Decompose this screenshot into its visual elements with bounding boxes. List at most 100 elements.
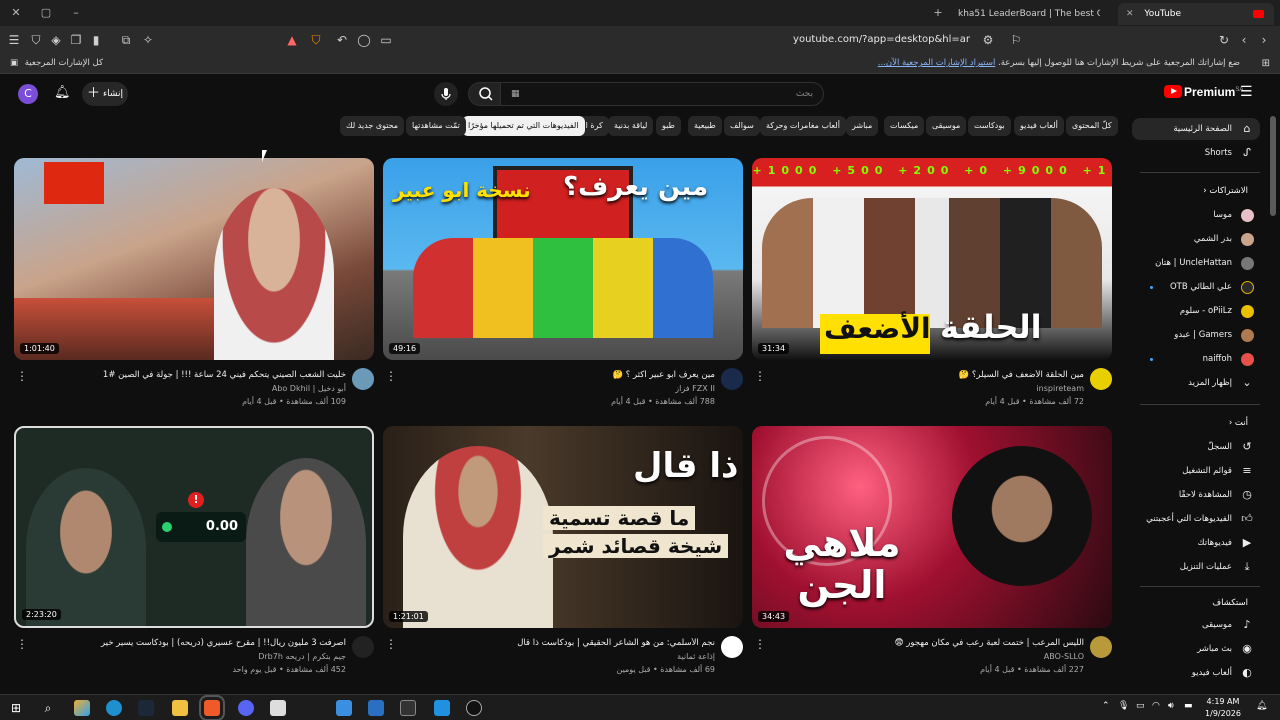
steam-icon[interactable] xyxy=(138,700,154,716)
channel-avatar[interactable] xyxy=(1090,368,1112,390)
channel-name[interactable]: FZX II فزاز xyxy=(395,384,715,393)
chip-music[interactable]: موسيقى xyxy=(926,116,967,136)
site-settings-icon[interactable]: ⚙ xyxy=(980,32,996,48)
channel-avatar[interactable] xyxy=(352,636,374,658)
new-tab-icon[interactable]: + xyxy=(930,5,946,21)
sidebar-item-music[interactable]: ♪ موسيقى xyxy=(1132,614,1260,636)
sidebar-sub-5[interactable]: oPiiLz - سلوم xyxy=(1132,300,1260,322)
display-tray-icon[interactable]: ▭ xyxy=(1136,701,1145,711)
restore-window-icon[interactable]: ▢ xyxy=(38,5,54,21)
back-arrow-icon[interactable]: ↶ xyxy=(334,32,350,48)
sidebar-item-playlists[interactable]: ≡ قوائم التشغيل xyxy=(1132,460,1260,482)
cast-icon[interactable]: ▭ xyxy=(378,32,394,48)
forward-icon[interactable]: › xyxy=(1256,32,1272,48)
sidebar-show-more[interactable]: ⌄ إظهار المزيد xyxy=(1132,372,1260,394)
sidebar-sub-4[interactable]: علي الطائي OTB xyxy=(1132,276,1260,298)
video-title[interactable]: مين يعرف ابو عبير اكثر ؟ 🤔 xyxy=(395,370,715,380)
close-window-icon[interactable]: ✕ xyxy=(8,5,24,21)
channel-name[interactable]: inspireteam xyxy=(764,384,1084,393)
create-button[interactable]: ＋ إنشاء xyxy=(82,82,128,106)
video-thumbnail[interactable]: مين يعرف؟ نسخة ابو عبير 49:16 xyxy=(383,158,743,360)
chip-podcast[interactable]: بودكاست xyxy=(968,116,1011,136)
search-icon[interactable]: ⌕ xyxy=(40,700,56,716)
chip-live[interactable]: مباشر xyxy=(846,116,879,136)
app-icon[interactable] xyxy=(368,700,384,716)
chip-fitness[interactable]: لياقة بدنية xyxy=(608,116,654,136)
video-title[interactable]: مين الحلقة الأضعف في السيلر؟ 🤔 xyxy=(764,370,1084,380)
system-clock[interactable]: 4:19 AM 1/9/2026 xyxy=(1198,696,1248,720)
shield-icon[interactable]: ⛉ xyxy=(28,32,44,48)
search-button[interactable] xyxy=(468,82,502,106)
sidebar-sub-3[interactable]: UncleHattan | هتان xyxy=(1132,252,1260,274)
video-title[interactable]: خليت الشعب الصيني يتحكم فيني 24 ساعة !!!… xyxy=(26,370,346,380)
you-header[interactable]: أنت ‹ xyxy=(1132,414,1260,432)
keyboard-icon[interactable]: ▦ xyxy=(511,83,520,105)
close-tab-icon[interactable]: ✕ xyxy=(1126,9,1134,19)
chip-action-adventure[interactable]: ألعاب مغامرات وحركة xyxy=(760,116,846,136)
menu-icon[interactable]: ☰ xyxy=(6,32,22,48)
chip-chats[interactable]: سوالف xyxy=(724,116,760,136)
windows-start-icon[interactable]: ⊞ xyxy=(8,700,24,716)
all-bookmarks[interactable]: ▣ كل الإشارات المرجعية xyxy=(10,58,103,68)
adblock-icon[interactable]: ▲ xyxy=(284,32,300,48)
channel-name[interactable]: جيم بتكرم | دريحه Drb7h xyxy=(26,652,346,661)
chip-all[interactable]: كلّ المحتوى xyxy=(1066,116,1118,136)
settings-icon[interactable] xyxy=(400,700,416,716)
video-title[interactable]: اصرفت 3 مليون ريال!! | مقرح عسيري (دريحه… xyxy=(26,638,346,648)
channel-avatar[interactable] xyxy=(721,636,743,658)
back-icon[interactable]: ‹ xyxy=(1236,32,1252,48)
sidebar-item-gaming[interactable]: ◐ ألعاب فيديو xyxy=(1132,662,1260,684)
more-options-icon[interactable]: ⋮ xyxy=(16,368,28,384)
bluetooth-app-icon[interactable] xyxy=(434,700,450,716)
more-options-icon[interactable]: ⋮ xyxy=(16,636,28,652)
account-avatar[interactable]: C xyxy=(18,84,38,104)
mic-tray-icon[interactable]: 🎙︎ xyxy=(1118,701,1129,711)
notifications-icon[interactable]: 🔔︎ xyxy=(1256,701,1267,711)
chip-nature[interactable]: طبيعية xyxy=(688,116,722,136)
search-input[interactable]: ▦ بحث xyxy=(500,82,824,106)
sidebar-item-your-videos[interactable]: ▶ فيديوهاتك xyxy=(1132,532,1260,554)
apps-grid-icon[interactable]: ⊞ xyxy=(1262,58,1270,69)
video-thumbnail[interactable]: ذا قال ما قصة تسمية شيخة قصائد شمر 1:21:… xyxy=(383,426,743,628)
edge-icon[interactable] xyxy=(106,700,122,716)
file-explorer-icon[interactable] xyxy=(172,700,188,716)
tabs-icon[interactable]: ❐ xyxy=(68,32,84,48)
voice-search-button[interactable] xyxy=(434,82,458,106)
volume-icon[interactable]: 🔊︎ xyxy=(1168,701,1174,711)
channel-name[interactable]: إذاعة ثمانية xyxy=(395,652,715,661)
chip-mixes[interactable]: ميكسات xyxy=(884,116,925,136)
channel-avatar[interactable] xyxy=(721,368,743,390)
channel-avatar[interactable] xyxy=(1090,636,1112,658)
video-thumbnail[interactable]: 1:01:40 xyxy=(14,158,374,360)
wifi-icon[interactable]: ◠ xyxy=(1152,701,1160,711)
sidebar-item-watch-later[interactable]: ◷ المشاهدة لاحقًا xyxy=(1132,484,1260,506)
sidebar-item-downloads[interactable]: ⤓ عمليات التنزيل xyxy=(1132,556,1260,578)
sidebar-item-shorts[interactable]: ᔑ Shorts xyxy=(1132,142,1260,164)
battery-icon[interactable]: ▬ xyxy=(1184,701,1193,711)
address-bar[interactable]: youtube.com/?app=desktop&hl=ar xyxy=(400,29,1000,51)
sidebar-item-history[interactable]: ↺ السجلّ xyxy=(1132,436,1260,458)
youtube-logo[interactable]: PremiumSA xyxy=(1164,85,1243,103)
hamburger-menu-icon[interactable]: ☰ xyxy=(1240,84,1253,100)
store-icon[interactable] xyxy=(270,700,286,716)
tab-youtube[interactable]: ✕ YouTube xyxy=(1118,3,1274,25)
reload-icon[interactable]: ↻ xyxy=(1216,32,1232,48)
video-title[interactable]: الليس المرعب | ختمت لعبة رعب في مكان مهج… xyxy=(764,638,1084,648)
more-options-icon[interactable]: ⋮ xyxy=(385,636,397,652)
video-title[interactable]: نجم الأسلمي: من هو الشاعر الحقيقي | بودك… xyxy=(395,638,715,648)
discord-icon[interactable] xyxy=(238,700,254,716)
sidebar-icon[interactable]: ▮ xyxy=(88,32,104,48)
sidebar-sub-6[interactable]: Gamers | عبدو xyxy=(1132,324,1260,346)
tab-leaderboard[interactable]: kha51 LeaderBoard | The best ChatBo... xyxy=(950,3,1100,25)
video-thumbnail[interactable]: ملاهي الجن 34:43 xyxy=(752,426,1112,628)
brave-browser-icon[interactable] xyxy=(199,695,225,720)
channel-name[interactable]: ABO-SLLO xyxy=(764,652,1084,661)
minimize-window-icon[interactable]: – xyxy=(68,5,84,21)
sidebar-item-home[interactable]: ⌂ الصفحة الرئيسية xyxy=(1132,118,1260,140)
subscriptions-header[interactable]: الاشتراكات ‹ xyxy=(1132,182,1260,200)
scrollbar[interactable] xyxy=(1270,116,1276,216)
video-thumbnail[interactable]: +1000 +500 +200 +0 +9000 +1 الأضعف الحلق… xyxy=(752,158,1112,360)
sidebar-item-liked[interactable]: 👍︎ الفيديوهات التي أعجبتني xyxy=(1132,508,1260,530)
brave-shield-icon[interactable]: ⛉ xyxy=(308,32,324,48)
channel-avatar[interactable] xyxy=(352,368,374,390)
